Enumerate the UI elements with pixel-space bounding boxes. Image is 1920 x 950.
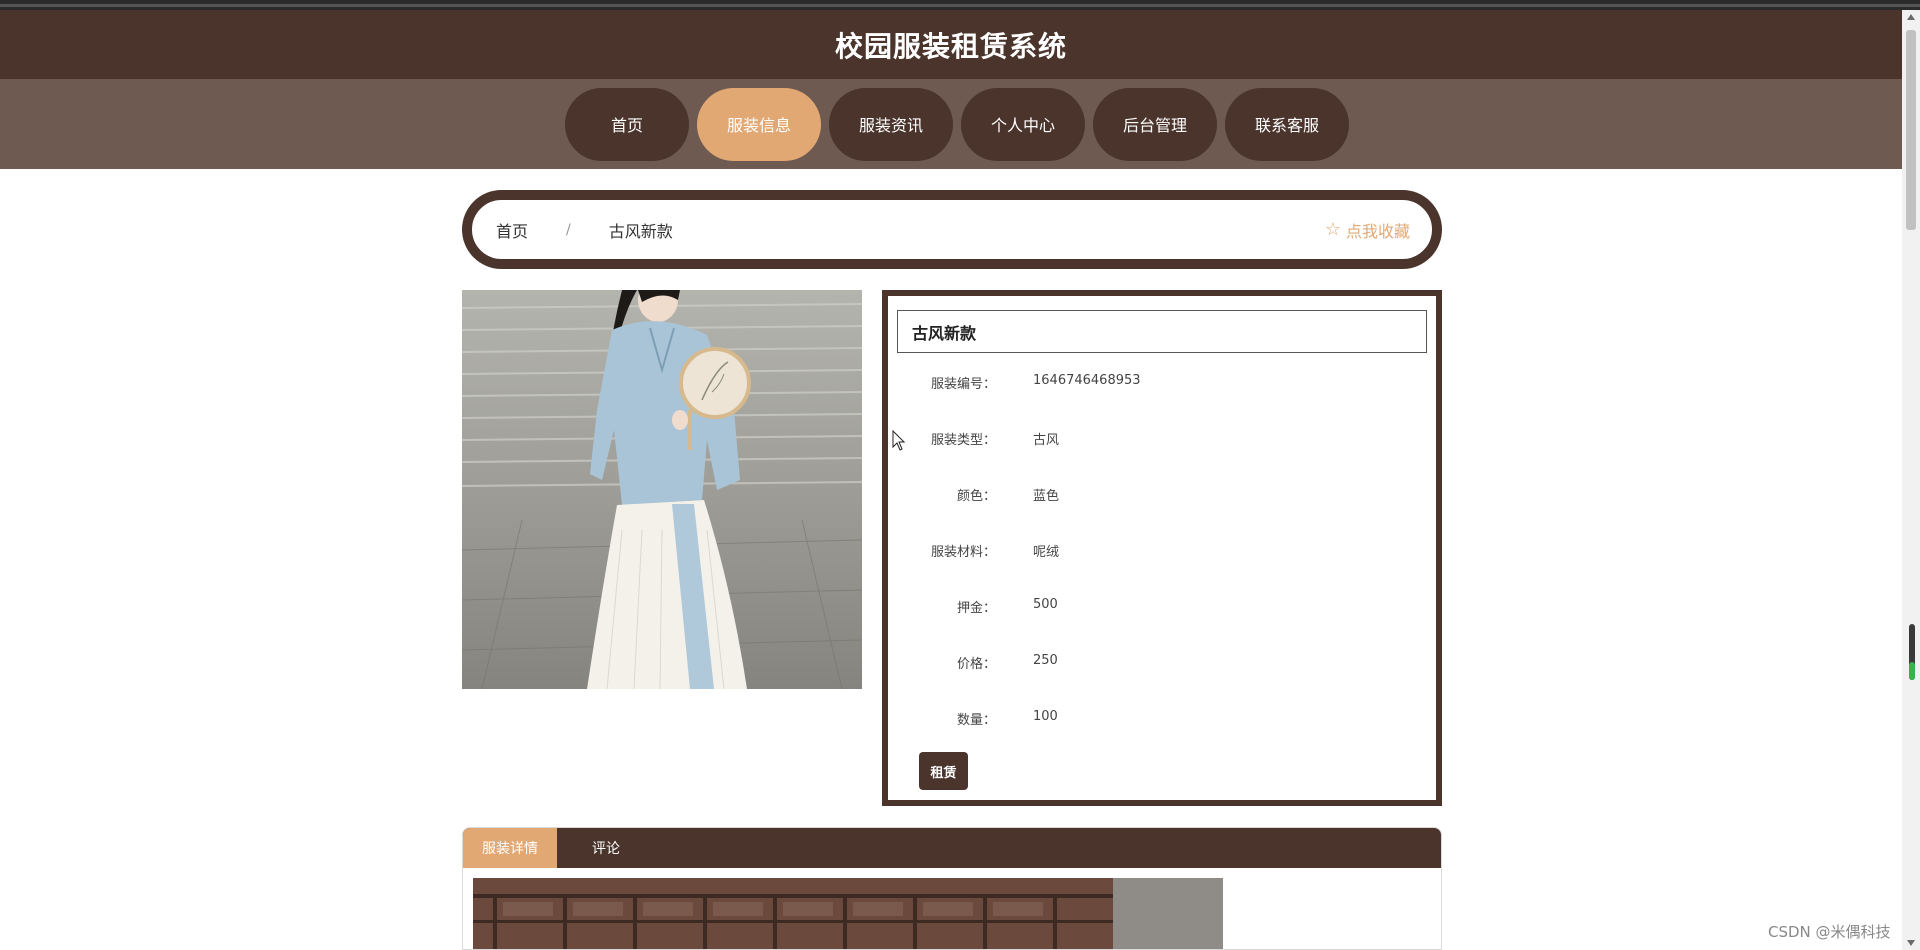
detail-image — [473, 878, 1223, 949]
nav-item-personal-center[interactable]: 个人中心 — [961, 87, 1085, 161]
detail-panel: 服装详情 评论 — [462, 827, 1442, 950]
breadcrumb: 首页 / 古风新款 ☆ 点我收藏 — [462, 190, 1442, 269]
info-row-quantity: 数量： 100 — [888, 709, 1428, 729]
info-label: 价格： — [956, 657, 996, 672]
info-label: 押金： — [956, 601, 996, 616]
info-row-color: 颜色： 蓝色 — [888, 485, 1428, 505]
tab-comments[interactable]: 评论 — [557, 828, 655, 868]
info-row-price: 价格： 250 — [888, 653, 1428, 673]
mouse-cursor-icon — [892, 430, 906, 451]
browser-top-line — [0, 4, 1920, 7]
info-label: 服装材料： — [930, 545, 996, 560]
rent-button[interactable]: 租赁 — [919, 752, 968, 790]
info-value: 呢绒 — [1033, 545, 1060, 560]
info-label: 颜色： — [956, 489, 996, 504]
info-row-clothing-type: 服装类型： 古风 — [888, 429, 1428, 449]
scroll-down-arrow-icon[interactable] — [1907, 940, 1915, 946]
product-info-panel: 古风新款 服装编号： 1646746468953 服装类型： 古风 颜色： 蓝色… — [882, 290, 1442, 806]
detail-photo — [473, 878, 1223, 949]
nav-item-home[interactable]: 首页 — [565, 87, 689, 161]
info-row-deposit: 押金： 500 — [888, 597, 1428, 617]
nav-item-clothing-news[interactable]: 服装资讯 — [829, 87, 953, 161]
favorite-label: 点我收藏 — [1345, 221, 1410, 241]
detail-tabs: 服装详情 评论 — [463, 828, 1441, 868]
watermark: CSDN @米偶科技 — [1768, 923, 1891, 941]
info-value: 古风 — [1033, 433, 1060, 448]
nav-item-clothing-info[interactable]: 服装信息 — [697, 87, 821, 161]
info-label: 数量： — [956, 713, 996, 728]
site-header: 校园服装租赁系统 — [0, 10, 1902, 79]
favorite-button[interactable]: ☆ 点我收藏 — [1325, 218, 1410, 242]
page-scrollbar[interactable] — [1902, 10, 1920, 950]
tab-clothing-details[interactable]: 服装详情 — [463, 828, 557, 868]
info-row-clothing-id: 服装编号： 1646746468953 — [888, 373, 1428, 393]
scrollbar-thumb[interactable] — [1906, 30, 1916, 230]
info-value: 100 — [1033, 709, 1058, 724]
breadcrumb-home-link[interactable]: 首页 — [496, 218, 528, 242]
info-row-material: 服装材料： 呢绒 — [888, 541, 1428, 561]
info-value: 250 — [1033, 653, 1058, 668]
info-label: 服装类型： — [930, 433, 996, 448]
product-image — [462, 290, 862, 689]
main-nav: 首页 服装信息 服装资讯 个人中心 后台管理 联系客服 — [0, 79, 1902, 169]
info-label: 服装编号： — [930, 377, 996, 392]
breadcrumb-current: 古风新款 — [608, 221, 673, 241]
browser-top-strip — [0, 0, 1920, 10]
side-indicator-fill — [1909, 662, 1915, 680]
product-photo — [462, 290, 862, 689]
nav-item-customer-service[interactable]: 联系客服 — [1225, 87, 1349, 161]
product-name: 古风新款 — [897, 310, 1427, 353]
breadcrumb-separator: / — [566, 221, 571, 238]
info-value: 500 — [1033, 597, 1058, 612]
site-title: 校园服装租赁系统 — [834, 29, 1067, 63]
side-scroll-indicator — [1909, 624, 1915, 680]
info-value: 蓝色 — [1033, 489, 1060, 504]
nav-item-admin[interactable]: 后台管理 — [1093, 87, 1217, 161]
info-value: 1646746468953 — [1033, 373, 1141, 388]
star-outline-icon: ☆ — [1324, 219, 1341, 240]
scroll-up-arrow-icon[interactable] — [1907, 14, 1915, 20]
